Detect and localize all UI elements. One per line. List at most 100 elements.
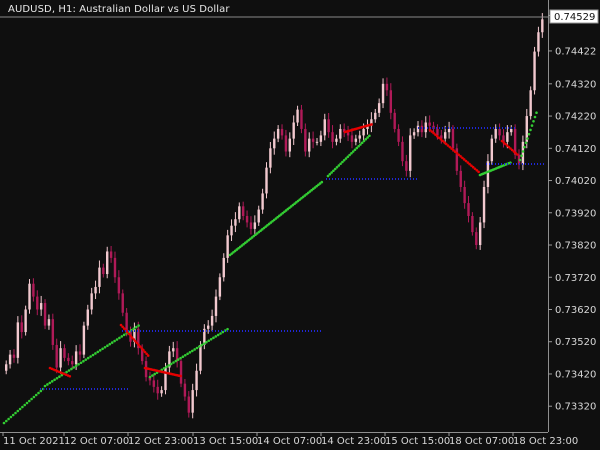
bull-candle-body <box>199 344 202 371</box>
trend-up-dot <box>122 333 126 337</box>
time-tick-label: 18 Oct 23:00 <box>513 436 578 447</box>
trend-up-dot <box>72 366 76 369</box>
price-tick-label: 0.73620 <box>555 305 596 316</box>
bear-candle-body <box>55 344 58 368</box>
price-tick-label: 0.73820 <box>555 241 596 252</box>
bull-candle-body <box>273 138 276 149</box>
bear-candle-body <box>405 161 408 171</box>
bull-candle-body <box>253 222 257 229</box>
trend-up-dot <box>153 372 156 376</box>
trend-up-dot <box>179 356 182 360</box>
bear-candle-body <box>245 216 249 223</box>
trend-up-dot <box>198 345 201 348</box>
trend-up-dot <box>28 399 31 403</box>
trend-up-dot <box>50 380 54 383</box>
bear-candle-body <box>304 128 307 152</box>
bull-candle-body <box>319 135 323 142</box>
trend-up-dot <box>518 158 522 162</box>
trend-up-dot <box>205 340 208 344</box>
bear-candle-body <box>471 216 474 233</box>
bear-candle-body <box>67 357 70 362</box>
trend-up-dot <box>108 342 112 346</box>
trend-up-dot <box>216 333 220 337</box>
bull-candle-body <box>86 309 89 326</box>
bear-candle-body <box>156 386 159 394</box>
trend-up-dot <box>55 376 59 380</box>
bear-candle-body <box>117 277 121 294</box>
trend-up-dot <box>39 389 43 393</box>
trend-up-dot <box>82 359 85 363</box>
trend-up-dot <box>67 369 71 372</box>
trend-up-dot <box>174 359 178 363</box>
chart-background <box>0 0 600 450</box>
trend-up-dot <box>23 403 27 407</box>
trend-up-dot <box>65 370 68 374</box>
bear-candle-body <box>43 303 47 326</box>
bear-candle-body <box>280 128 284 136</box>
bear-candle-body <box>389 90 393 113</box>
bear-candle-body <box>385 83 389 91</box>
trend-down-dot <box>146 354 150 357</box>
trend-up-dot <box>527 132 531 136</box>
trend-up-dot <box>520 154 523 157</box>
price-tick-label: 0.73520 <box>555 337 596 348</box>
bull-candle-body <box>90 293 93 310</box>
trend-up-dot <box>79 361 83 365</box>
trend-up-dot <box>532 120 535 123</box>
bull-candle-body <box>506 132 509 142</box>
bear-candle-body <box>109 251 113 258</box>
bull-candle-body <box>537 32 540 52</box>
bull-candle-body <box>222 257 225 278</box>
time-tick-label: 12 Oct 23:00 <box>128 436 193 447</box>
trend-up-dot <box>176 358 180 361</box>
trend-up-dot <box>181 355 185 359</box>
bull-candle-body <box>490 138 494 162</box>
bull-candle-body <box>409 135 412 171</box>
bull-candle-body <box>207 325 210 329</box>
bear-candle-body <box>467 203 470 216</box>
price-tick-label: 0.74120 <box>555 144 596 155</box>
bear-candle-body <box>36 296 39 310</box>
bull-candle-body <box>214 296 218 316</box>
bull-candle-body <box>308 138 311 152</box>
trend-up-dot <box>74 364 78 368</box>
trend-up-dot <box>89 355 92 358</box>
trend-up-dot <box>167 364 171 367</box>
chart-canvas[interactable]: 0.745320.744220.743200.742200.741200.740… <box>0 0 600 450</box>
trend-up-dot <box>191 349 194 353</box>
trend-up-dot <box>524 141 528 145</box>
bull-candle-body <box>362 128 365 136</box>
trend-up-dot <box>94 352 97 355</box>
chart-window[interactable]: AUDUSD, H1: Australian Dollar vs US Doll… <box>0 0 600 450</box>
bear-candle-body <box>401 141 404 162</box>
price-tick-label: 0.73720 <box>555 273 596 284</box>
bear-candle-body <box>498 128 501 136</box>
trend-up-dot <box>53 378 56 382</box>
trend-up-dot <box>521 150 525 153</box>
bull-candle-body <box>218 277 222 297</box>
bull-candle-body <box>94 286 97 294</box>
trend-up-dot <box>25 401 29 405</box>
trend-up-dot <box>523 145 526 149</box>
bear-candle-body <box>32 283 35 297</box>
bull-candle-body <box>5 364 8 371</box>
bull-candle-body <box>82 325 86 355</box>
trend-up-dot <box>7 417 10 421</box>
time-tick-label: 12 Oct 07:00 <box>64 436 129 447</box>
bull-candle-body <box>191 390 194 413</box>
trend-up-dot <box>530 124 534 127</box>
bear-candle-body <box>71 361 74 365</box>
bull-candle-body <box>478 222 482 246</box>
trend-up-dot <box>21 405 24 409</box>
bull-candle-body <box>412 132 416 136</box>
bull-candle-body <box>358 135 361 139</box>
trend-up-dot <box>84 358 88 361</box>
price-tick-label: 0.74422 <box>555 46 596 57</box>
trend-up-dot <box>48 381 52 385</box>
bull-candle-body <box>323 119 326 136</box>
bull-candle-body <box>238 206 241 220</box>
bear-candle-body <box>397 128 400 142</box>
chart-title: AUDUSD, H1: Australian Dollar vs US Doll… <box>8 4 230 15</box>
bear-candle-body <box>350 135 354 142</box>
trend-up-dot <box>186 352 189 356</box>
